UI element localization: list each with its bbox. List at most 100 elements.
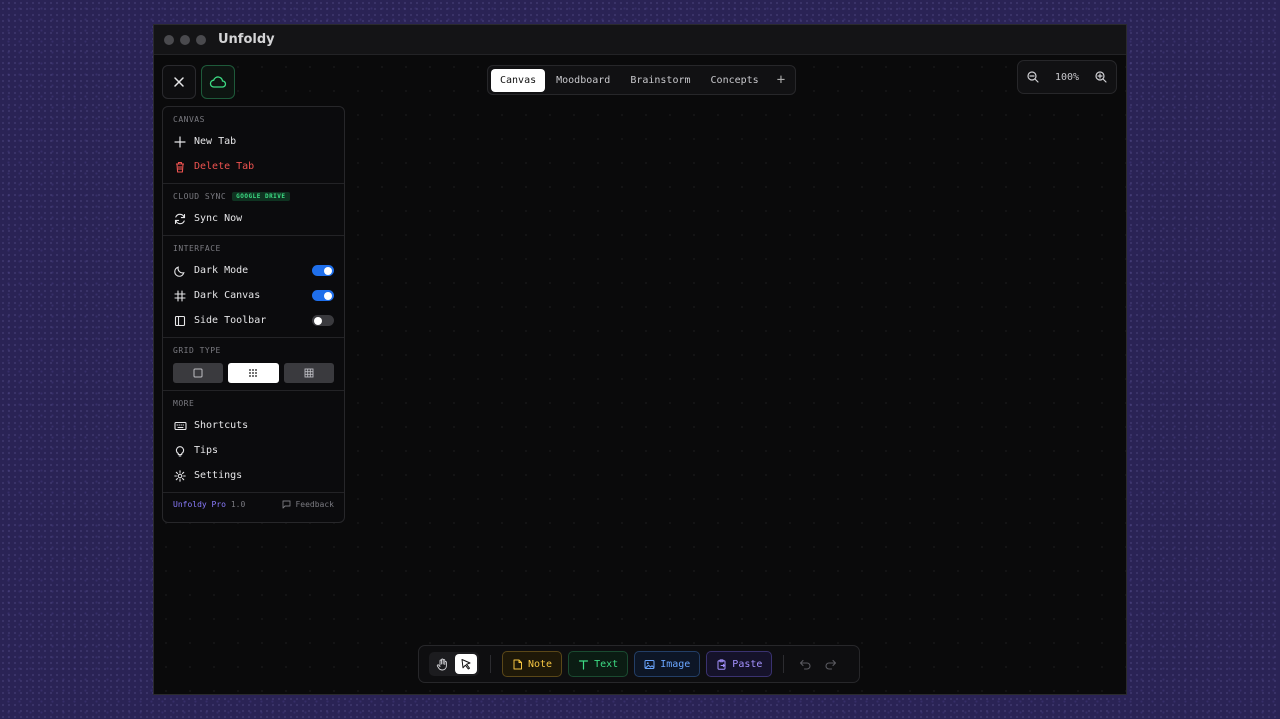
cloud-sync-button[interactable] <box>201 65 235 99</box>
grid-type-section: GRID TYPE <box>163 338 344 391</box>
settings-label: Settings <box>194 470 243 481</box>
brand-name: Unfoldy Pro <box>173 499 226 509</box>
grid-lines-button[interactable] <box>283 363 334 383</box>
dark-canvas-item[interactable]: Dark Canvas <box>163 283 344 308</box>
close-icon <box>174 77 184 87</box>
more-section: MORE Shortcuts Tips Settings <box>163 391 344 493</box>
delete-tab-item[interactable]: Delete Tab <box>163 154 344 179</box>
title-bar: Unfoldy <box>154 25 1126 55</box>
clipboard-icon <box>717 658 726 670</box>
cloud-sync-title: CLOUD SYNC <box>173 192 227 201</box>
gear-icon <box>173 469 187 483</box>
interface-section: INTERFACE Dark Mode Dark Canvas Side Too… <box>163 236 344 338</box>
shortcuts-label: Shortcuts <box>194 420 249 431</box>
delete-tab-label: Delete Tab <box>194 161 255 172</box>
shortcuts-item[interactable]: Shortcuts <box>163 413 344 438</box>
toolbar-divider <box>783 655 785 673</box>
hand-tool-button[interactable] <box>431 654 453 674</box>
dark-canvas-toggle[interactable] <box>312 290 334 301</box>
toolbar-divider <box>490 655 491 673</box>
sync-now-label: Sync Now <box>194 213 243 224</box>
hand-icon <box>436 658 447 670</box>
window-maximize-dot[interactable] <box>196 34 206 45</box>
grid-dots-button[interactable] <box>228 363 279 383</box>
add-note-button[interactable]: Note <box>502 651 563 677</box>
sidebar-layout-icon <box>173 314 187 328</box>
feedback-link[interactable]: Feedback <box>282 500 334 509</box>
moon-icon <box>173 264 187 278</box>
dark-canvas-label: Dark Canvas <box>194 290 261 301</box>
lines-grid-icon <box>304 368 314 378</box>
product-version: Unfoldy Pro 1.0 <box>173 500 245 509</box>
tab-brainstorm[interactable]: Brainstorm <box>621 69 699 92</box>
undo-button[interactable] <box>799 658 812 670</box>
undo-icon <box>800 659 811 670</box>
tab-bar: Canvas Moodboard Brainstorm Concepts + <box>487 65 797 95</box>
tips-item[interactable]: Tips <box>163 438 344 463</box>
text-icon <box>578 659 589 670</box>
bottom-toolbar: Note Text Image Paste <box>418 645 860 683</box>
select-tool-button[interactable] <box>455 654 477 674</box>
image-label: Image <box>660 658 691 670</box>
grid-none-button[interactable] <box>173 363 224 383</box>
canvas-section: CANVAS New Tab Delete Tab <box>163 107 344 184</box>
main-menu: CANVAS New Tab Delete Tab CLOUD SYNC GOO… <box>162 106 345 523</box>
window-title: Unfoldy <box>218 32 275 47</box>
note-icon <box>513 659 522 669</box>
side-toolbar-item[interactable]: Side Toolbar <box>163 308 344 333</box>
keyboard-icon <box>173 419 187 433</box>
sync-now-item[interactable]: Sync Now <box>163 206 344 231</box>
tab-canvas[interactable]: Canvas <box>491 68 546 92</box>
new-tab-item[interactable]: New Tab <box>163 129 344 154</box>
trash-icon <box>173 160 187 174</box>
zoom-level: 100% <box>1054 71 1080 83</box>
side-toolbar-label: Side Toolbar <box>194 315 267 326</box>
section-title: GRID TYPE <box>173 346 221 355</box>
grid-hash-icon <box>173 289 187 303</box>
tips-label: Tips <box>194 445 219 456</box>
section-title: MORE <box>173 399 195 408</box>
window-close-dot[interactable] <box>164 34 174 45</box>
plus-icon <box>173 135 187 149</box>
zoom-in-button[interactable] <box>1095 71 1107 83</box>
cursor-icon <box>461 659 471 670</box>
new-tab-label: New Tab <box>194 136 237 147</box>
feedback-label: Feedback <box>295 499 334 509</box>
app-window: Unfoldy Canvas Moodboard Brainstorm Conc… <box>153 24 1127 695</box>
lightbulb-icon <box>173 444 187 458</box>
redo-icon <box>825 659 837 670</box>
text-label: Text <box>594 658 619 670</box>
grid-type-selector <box>163 360 344 386</box>
dark-mode-item[interactable]: Dark Mode <box>163 258 344 283</box>
square-icon <box>193 368 203 378</box>
add-tab-button[interactable]: + <box>770 72 792 88</box>
add-image-button[interactable]: Image <box>634 651 701 677</box>
redo-button[interactable] <box>824 658 837 670</box>
section-title: INTERFACE <box>173 244 221 253</box>
cloud-icon <box>209 76 227 88</box>
refresh-icon <box>173 212 187 226</box>
window-controls <box>164 34 206 45</box>
mode-selector <box>429 652 479 676</box>
settings-item[interactable]: Settings <box>163 463 344 488</box>
tab-concepts[interactable]: Concepts <box>702 69 768 92</box>
side-toolbar-toggle[interactable] <box>312 315 334 326</box>
menu-footer: Unfoldy Pro 1.0 Feedback <box>163 493 344 515</box>
note-label: Note <box>528 658 553 670</box>
zoom-in-icon <box>1095 71 1107 83</box>
zoom-out-icon <box>1027 71 1039 83</box>
zoom-out-button[interactable] <box>1027 71 1039 83</box>
tab-moodboard[interactable]: Moodboard <box>547 69 619 92</box>
paste-button[interactable]: Paste <box>706 651 773 677</box>
add-text-button[interactable]: Text <box>568 651 629 677</box>
paste-label: Paste <box>732 658 763 670</box>
dark-mode-label: Dark Mode <box>194 265 249 276</box>
dark-mode-toggle[interactable] <box>312 265 334 276</box>
close-menu-button[interactable] <box>162 65 196 99</box>
history-controls <box>799 658 837 670</box>
image-icon <box>644 659 655 669</box>
window-minimize-dot[interactable] <box>180 34 190 45</box>
section-title: CLOUD SYNC GOOGLE DRIVE <box>163 188 344 206</box>
cloud-sync-section: CLOUD SYNC GOOGLE DRIVE Sync Now <box>163 184 344 236</box>
dots-grid-icon <box>249 369 258 377</box>
